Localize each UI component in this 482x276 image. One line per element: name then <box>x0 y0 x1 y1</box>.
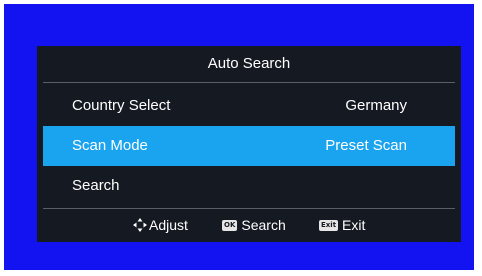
hint-adjust: Adjust <box>133 210 188 240</box>
hint-exit-label: Exit <box>342 217 366 233</box>
dpad-arrows-icon <box>133 218 147 232</box>
hint-search-label: Search <box>241 217 286 233</box>
hint-exit: Exit Exit <box>319 210 365 240</box>
menu-row-scan-mode[interactable]: Scan Mode Preset Scan <box>43 126 455 166</box>
country-select-value: Germany <box>345 97 407 114</box>
hint-adjust-label: Adjust <box>149 217 188 233</box>
auto-search-dialog: Auto Search Country Select Germany Scan … <box>37 46 461 242</box>
tv-screen-background: Auto Search Country Select Germany Scan … <box>4 4 474 270</box>
country-select-label: Country Select <box>72 97 171 114</box>
scan-mode-value: Preset Scan <box>325 137 407 154</box>
scan-mode-label: Scan Mode <box>72 137 148 154</box>
menu-row-search[interactable]: Search <box>43 166 455 206</box>
key-hint-bar: Adjust OK Search Exit Exit <box>37 210 461 240</box>
menu-row-country-select[interactable]: Country Select Germany <box>43 86 455 126</box>
exit-key-icon: Exit <box>319 219 339 231</box>
dialog-title: Auto Search <box>207 55 291 72</box>
title-divider <box>43 82 455 83</box>
ok-key-icon: OK <box>222 219 238 231</box>
hint-search: OK Search <box>222 210 286 240</box>
search-label: Search <box>72 177 120 194</box>
footer-divider <box>43 208 455 209</box>
